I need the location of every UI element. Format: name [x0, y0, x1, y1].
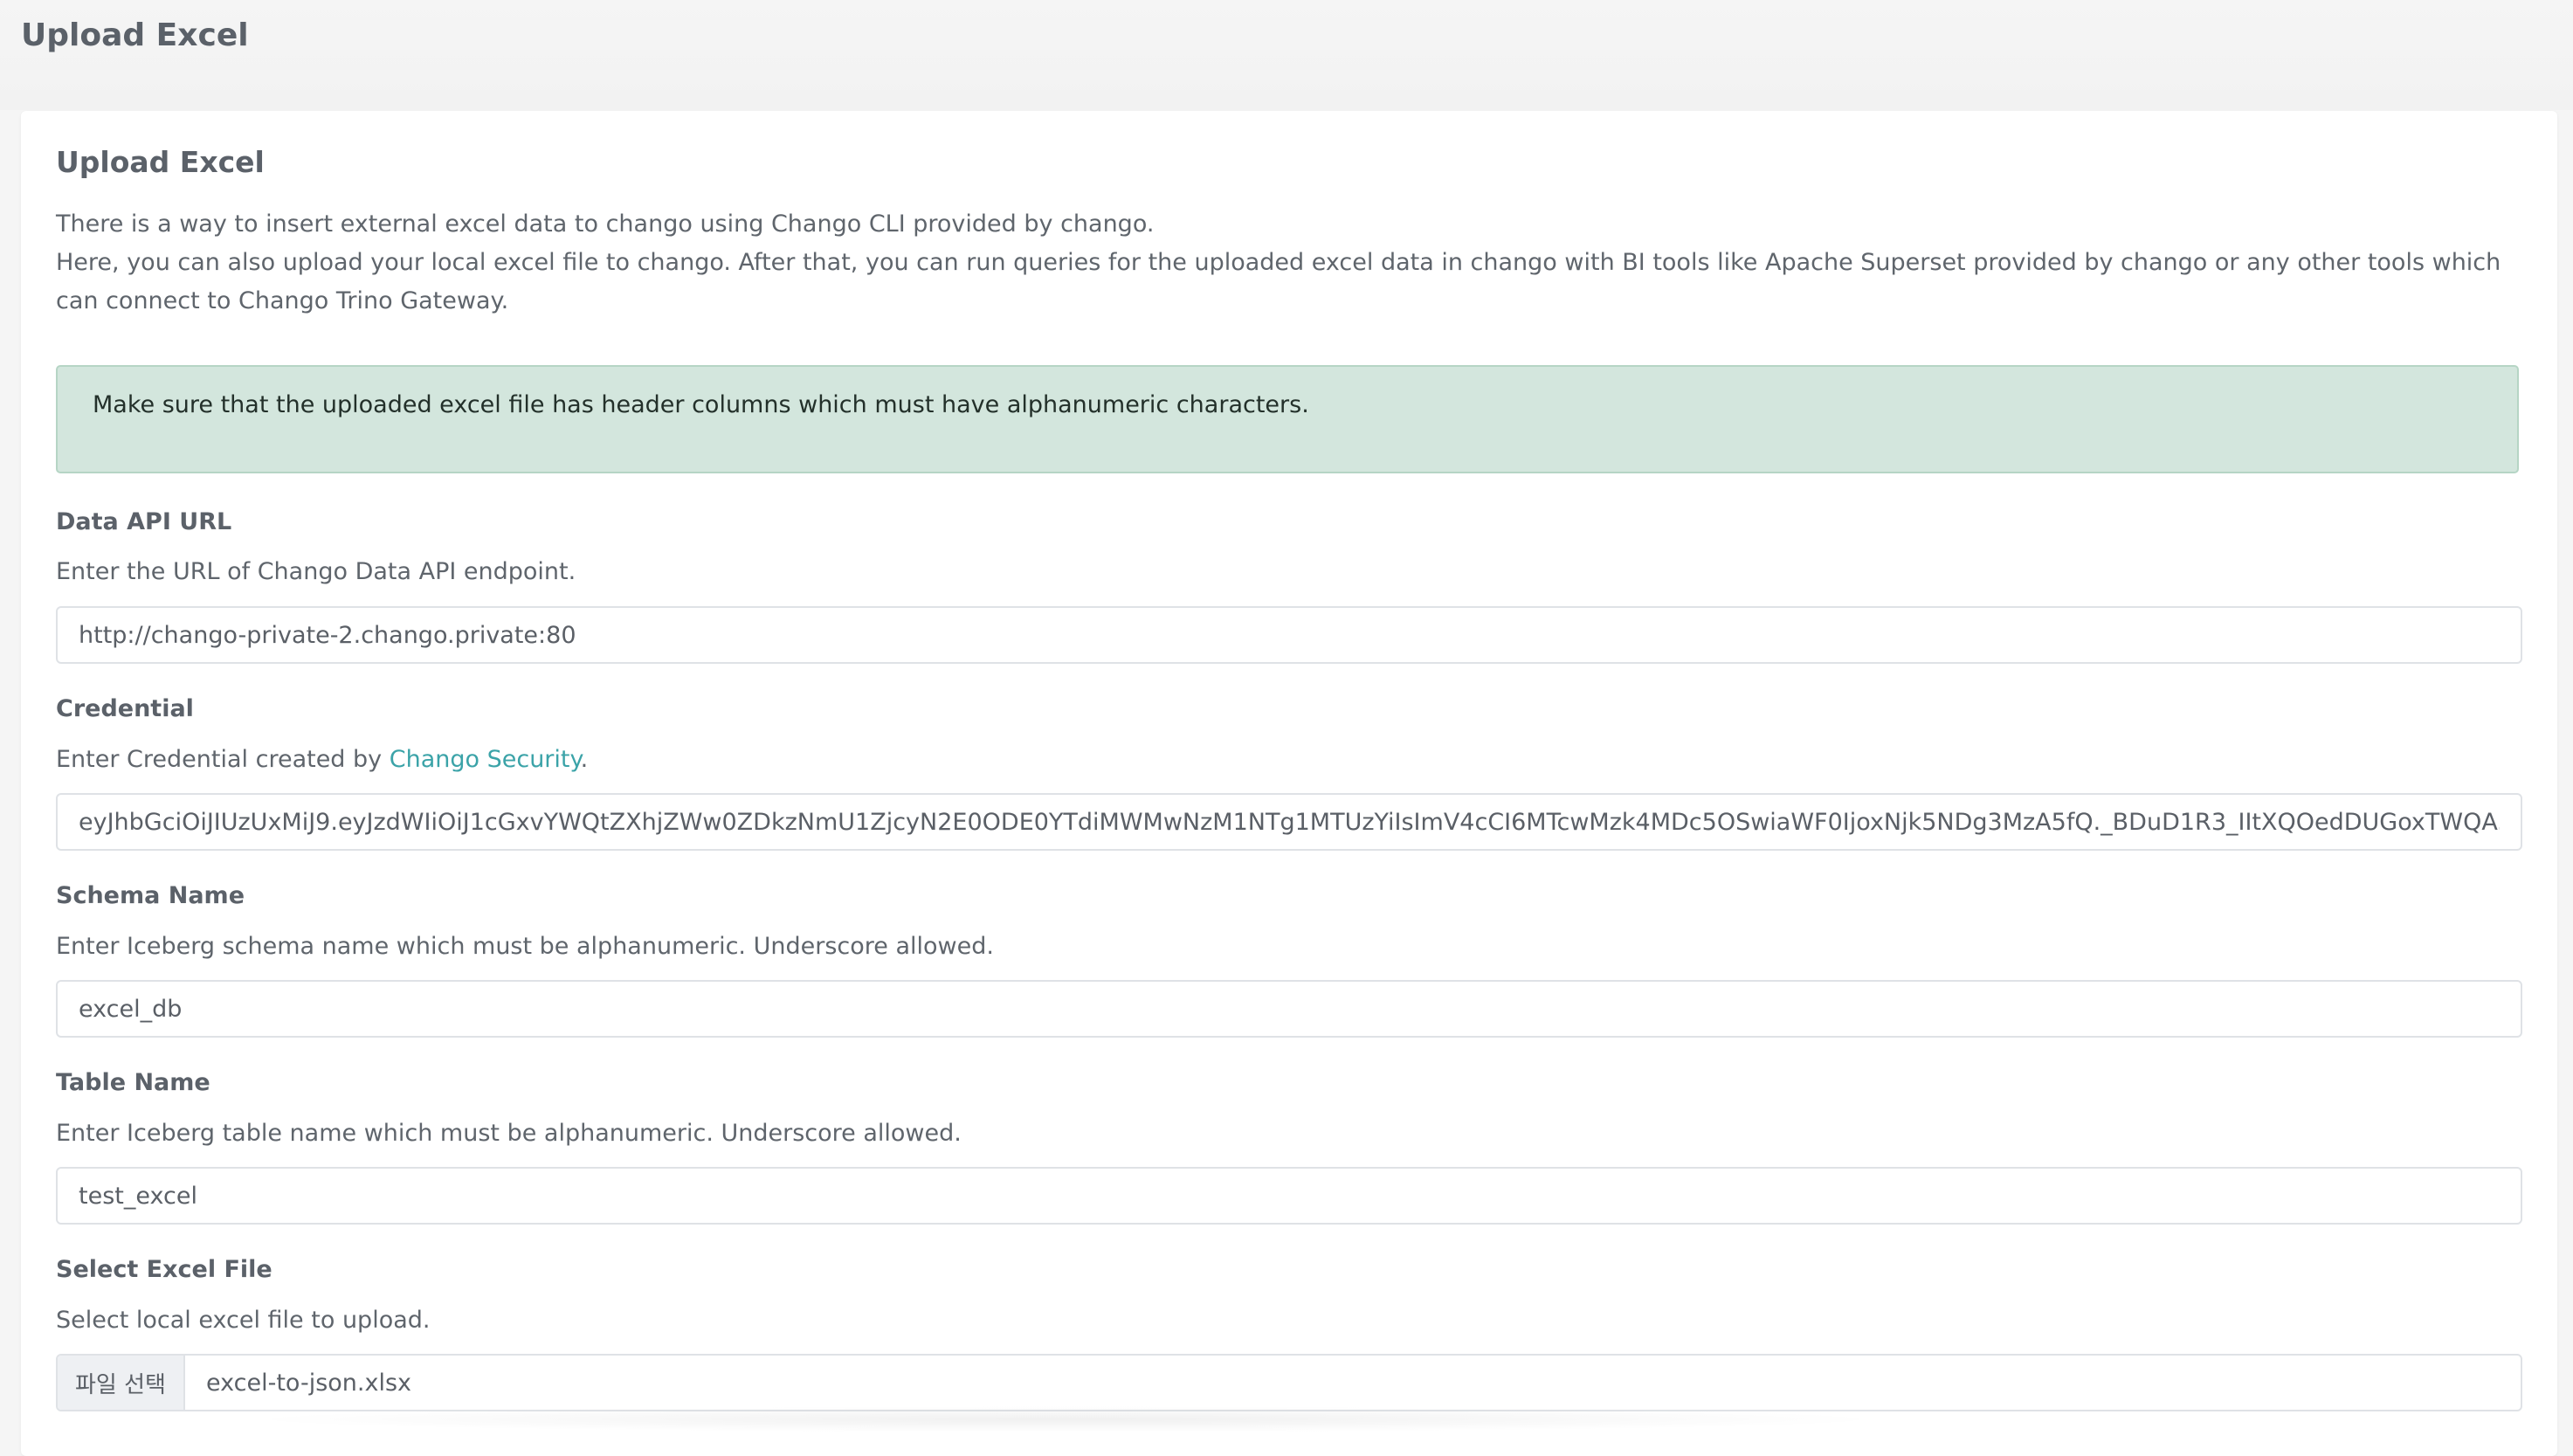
- selected-file-name: excel-to-json.xlsx: [206, 1369, 411, 1397]
- excel-file-input[interactable]: 파일 선택 excel-to-json.xlsx: [56, 1354, 2522, 1411]
- credential-help-suffix: .: [580, 746, 589, 773]
- excel-file-label: Select Excel File: [56, 1256, 272, 1283]
- credential-label: Credential: [56, 695, 194, 722]
- card-title: Upload Excel: [56, 145, 265, 179]
- credential-help: Enter Credential created by Chango Secur…: [56, 742, 588, 777]
- excel-file-help: Select local excel file to upload.: [56, 1307, 431, 1334]
- credential-input[interactable]: [56, 793, 2522, 851]
- table-name-label: Table Name: [56, 1069, 210, 1096]
- upload-excel-card: Upload Excel There is a way to insert ex…: [21, 111, 2557, 1456]
- schema-name-label: Schema Name: [56, 882, 245, 909]
- data-api-url-help: Enter the URL of Chango Data API endpoin…: [56, 558, 576, 585]
- credential-help-prefix: Enter Credential created by: [56, 746, 390, 773]
- data-api-url-label: Data API URL: [56, 508, 232, 535]
- page-header: Upload Excel: [0, 0, 2573, 110]
- page-title: Upload Excel: [21, 17, 249, 53]
- card-description: There is a way to insert external excel …: [56, 205, 2522, 321]
- table-name-help: Enter Iceberg table name which must be a…: [56, 1120, 962, 1147]
- schema-name-help: Enter Iceberg schema name which must be …: [56, 933, 994, 960]
- alert-text: Make sure that the uploaded excel file h…: [93, 391, 1309, 418]
- description-line-2: Here, you can also upload your local exc…: [56, 249, 2501, 314]
- table-name-input[interactable]: [56, 1167, 2522, 1225]
- schema-name-input[interactable]: [56, 980, 2522, 1038]
- data-api-url-input[interactable]: [56, 606, 2522, 664]
- chango-security-link[interactable]: Chango Security: [390, 746, 581, 773]
- choose-file-button[interactable]: 파일 선택: [58, 1356, 185, 1410]
- description-line-1: There is a way to insert external excel …: [56, 210, 1155, 238]
- info-alert: Make sure that the uploaded excel file h…: [56, 365, 2519, 473]
